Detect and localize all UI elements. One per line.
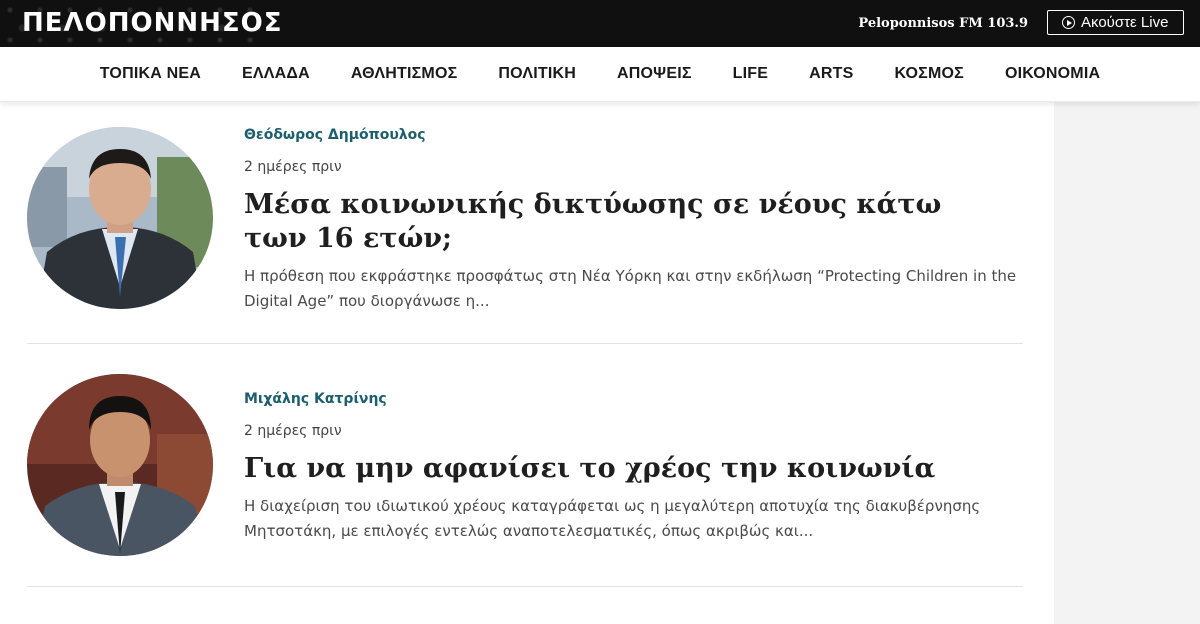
article-excerpt: Η διαχείριση του ιδιωτικού χρέους καταγρ… [244, 497, 981, 540]
author-photo[interactable] [27, 127, 213, 309]
listen-live-button[interactable]: Ακούστε Live [1047, 10, 1184, 35]
sidebar-panel [1054, 101, 1200, 624]
listen-live-label: Ακούστε Live [1081, 14, 1169, 31]
top-bar: ΠΕΛΟΠΟΝΝΗΣΟΣ Peloponnisos FM 103.9 Ακούσ… [0, 0, 1200, 47]
article-item[interactable]: Θεόδωρος Δημόπουλος 2 ημέρες πριν Μέσα κ… [27, 101, 1023, 344]
nav-item-arts[interactable]: ARTS [809, 65, 853, 83]
author-name[interactable]: Θεόδωρος Δημόπουλος [244, 127, 426, 143]
nav-item-life[interactable]: LIFE [733, 65, 768, 83]
play-circle-icon [1062, 16, 1075, 29]
radio-station-label: Peloponnisos FM 103.9 [858, 16, 1028, 31]
nav-item-kosmos[interactable]: ΚΟΣΜΟΣ [894, 65, 963, 83]
article-excerpt: Η πρόθεση που εκφράστηκε προσφάτως στη Ν… [244, 267, 1017, 310]
site-logo[interactable]: ΠΕΛΟΠΟΝΝΗΣΟΣ [22, 5, 283, 41]
author-photo[interactable] [27, 374, 213, 556]
publish-time: 2 ημέρες πριν [244, 423, 342, 439]
nav-item-oikonomia[interactable]: ΟΙΚΟΝΟΜΙΑ [1005, 65, 1100, 83]
article-headline[interactable]: Μέσα κοινωνικής δικτύωσης σε νέους κάτω … [244, 188, 1004, 256]
article-item[interactable]: Μιχάλης Κατρίνης 2 ημέρες πριν Για να μη… [27, 344, 1023, 587]
publish-time: 2 ημέρες πριν [244, 159, 342, 175]
nav-item-politiki[interactable]: ΠΟΛΙΤΙΚΗ [498, 65, 576, 83]
nav-item-athlitismos[interactable]: ΑΘΛΗΤΙΣΜΟΣ [351, 65, 458, 83]
nav-item-apopseis[interactable]: ΑΠΟΨΕΙΣ [617, 65, 692, 83]
nav-item-ellada[interactable]: ΕΛΛΑΔΑ [242, 65, 310, 83]
nav-item-topika-nea[interactable]: ΤΟΠΙΚΑ ΝΕΑ [100, 65, 201, 83]
main-navigation: ΤΟΠΙΚΑ ΝΕΑ ΕΛΛΑΔΑ ΑΘΛΗΤΙΣΜΟΣ ΠΟΛΙΤΙΚΗ ΑΠ… [0, 47, 1200, 102]
article-headline[interactable]: Για να μην αφανίσει το χρέος την κοινωνί… [244, 452, 1004, 486]
author-name[interactable]: Μιχάλης Κατρίνης [244, 391, 387, 407]
